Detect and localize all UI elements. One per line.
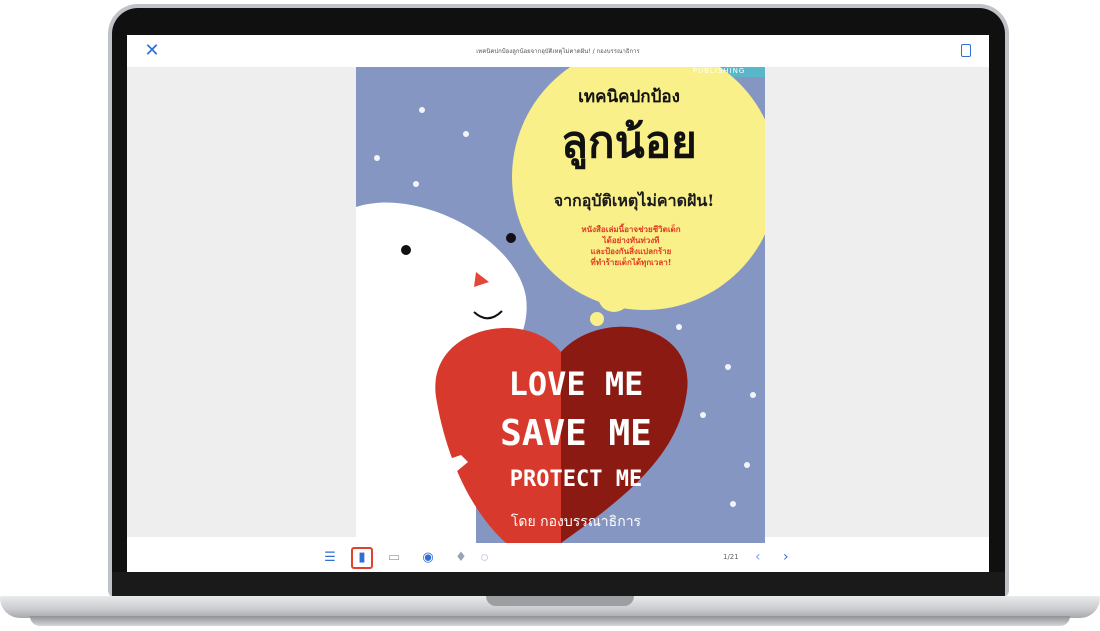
cover-author: โดย กองบรรณาธิการ <box>510 514 642 530</box>
close-icon[interactable]: ✕ <box>143 42 161 60</box>
chevron-right-icon[interactable]: › <box>783 548 789 566</box>
laptop-chin <box>112 572 1005 596</box>
reading-area: PUBLISHING เทคนิคปกป้อง ลูกน้อย จากอุบัต… <box>127 67 989 543</box>
cover-heading-small: เทคนิคปกป้อง <box>578 87 680 107</box>
laptop-base-shadow <box>30 616 1070 626</box>
blurb-line: และป้องกันสิ่งแปลกร้าย <box>590 247 672 256</box>
cover-heading-sub: จากอุบัติเหตุไม่คาดฝัน! <box>553 191 715 210</box>
blurb-line: ได้อย่างทันท่วงที <box>602 236 660 245</box>
chevron-left-icon[interactable]: ‹ <box>755 548 761 566</box>
reader-top-bar: ✕ เทคนิคปกป้องลูกน้อยจากอุบัติเหตุไม่คาด… <box>127 35 989 67</box>
document-title: เทคนิคปกป้องลูกน้อยจากอุบัติเหตุไม่คาดฝั… <box>476 48 640 55</box>
bookmark-icon[interactable] <box>961 44 971 57</box>
cover-love-me: LOVE ME <box>508 365 644 403</box>
list-icon[interactable]: ☰ <box>321 549 339 567</box>
progress-slider-handle[interactable] <box>481 554 488 561</box>
double-page-icon[interactable]: ▭ <box>385 549 403 567</box>
blurb-line: ที่ทำร้ายเด็กได้ทุกเวลา! <box>590 258 672 267</box>
laptop-notch <box>486 596 634 606</box>
cover-save-me: SAVE ME <box>500 413 652 454</box>
publisher-tag: PUBLISHING <box>692 67 746 75</box>
microphone-icon[interactable]: ♦ <box>452 549 470 567</box>
reader-toolbar: ☰ ▮ ▭ ◉ ♦ 1/21 ‹ › <box>315 544 809 572</box>
cover-heading-big: ลูกน้อย <box>561 117 697 168</box>
laptop-screen: ✕ เทคนิคปกป้องลูกน้อยจากอุบัติเหตุไม่คาด… <box>127 35 989 572</box>
cover-blurb: หนังสือเล่มนี้อาจช่วยชีวิตเด็ก ได้อย่างท… <box>556 224 706 268</box>
eye-icon[interactable]: ◉ <box>419 549 437 567</box>
page-indicator: 1/21 <box>723 553 739 561</box>
blurb-line: หนังสือเล่มนี้อาจช่วยชีวิตเด็ก <box>581 225 681 234</box>
single-page-icon[interactable]: ▮ <box>351 547 373 569</box>
cover-protect-me: PROTECT ME <box>509 467 643 492</box>
book-cover-page[interactable]: PUBLISHING เทคนิคปกป้อง ลูกน้อย จากอุบัต… <box>356 67 765 543</box>
